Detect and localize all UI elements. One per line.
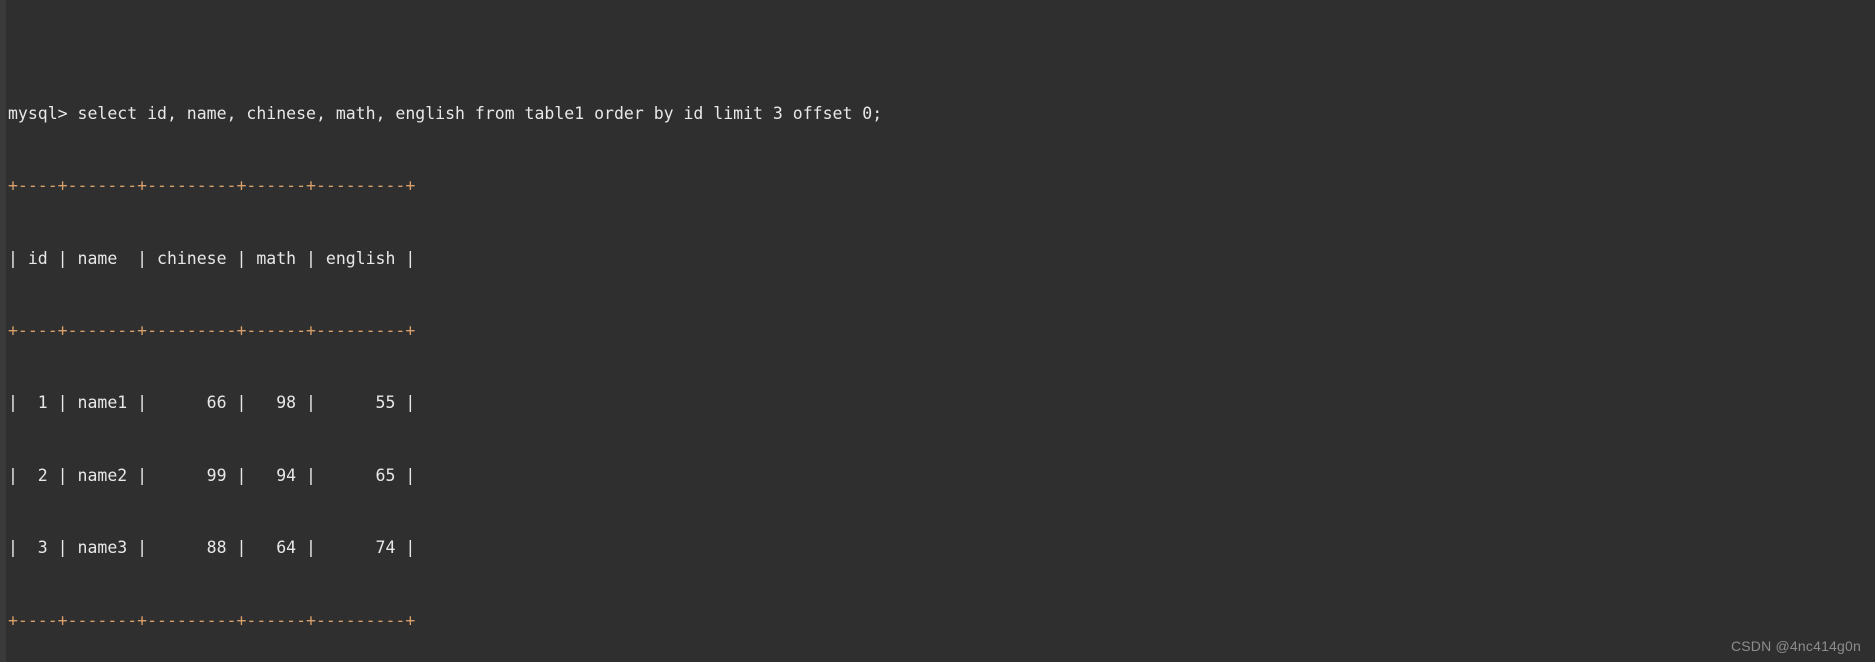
table-bottom-rule: +----+-------+---------+------+---------…	[8, 610, 416, 630]
terminal-console-output[interactable]: mysql> select id, name, chinese, math, e…	[8, 5, 1875, 662]
mysql-command-line: mysql> select id, name, chinese, math, e…	[8, 103, 883, 123]
terminal-window[interactable]: mysql> select id, name, chinese, math, e…	[0, 0, 1875, 662]
table-row: | 1 | name1 | 66 | 98 | 55 |	[8, 393, 416, 413]
terminal-left-gutter	[0, 0, 6, 662]
table-row: | 2 | name2 | 99 | 94 | 65 |	[8, 465, 416, 485]
table-top-rule: +----+-------+---------+------+---------…	[8, 176, 416, 196]
table-row: | 3 | name3 | 88 | 64 | 74 |	[8, 538, 416, 558]
table-header-row: | id | name | chinese | math | english |	[8, 248, 416, 268]
table-mid-rule: +----+-------+---------+------+---------…	[8, 320, 416, 340]
csdn-watermark: CSDN @4nc414g0n	[1730, 638, 1861, 654]
